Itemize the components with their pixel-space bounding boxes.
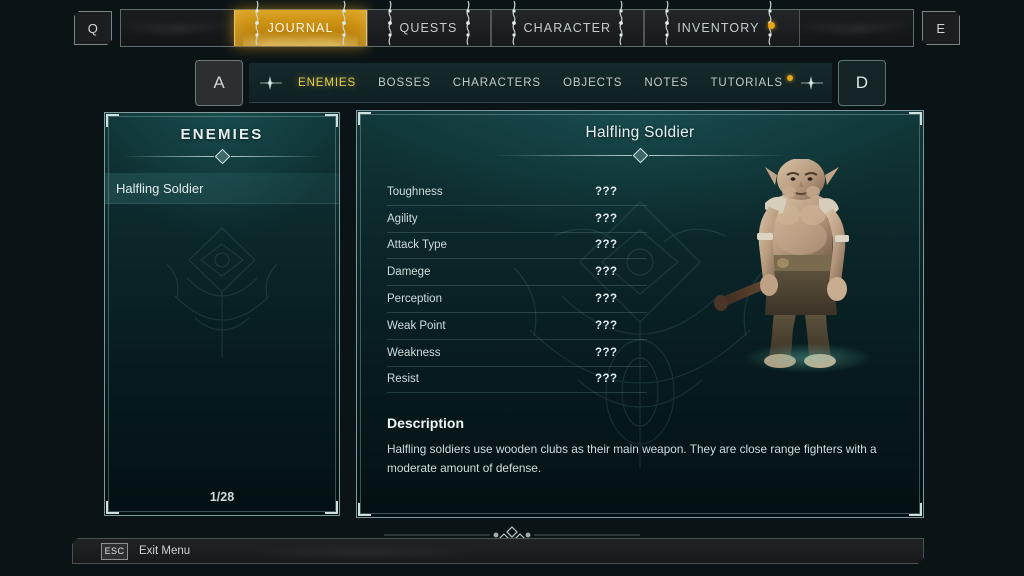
- top-tab-character[interactable]: CHARACTER: [490, 0, 645, 46]
- sub-tab-characters[interactable]: CHARACTERS: [442, 77, 552, 89]
- stat-label: Weakness: [387, 346, 441, 359]
- stat-label: Weak Point: [387, 319, 446, 332]
- divider-line-left: [122, 156, 214, 157]
- game-menu-screen: Q JOURNAL QUESTS CHARACTER INVENTORY E A EN…: [0, 0, 1024, 576]
- halfling-soldier-portrait: [713, 158, 903, 379]
- list-item[interactable]: Halfling Soldier: [105, 173, 339, 204]
- top-tab-label: JOURNAL: [267, 21, 334, 35]
- detail-divider-line-left: [495, 155, 632, 156]
- enemy-list-counter: 1/28: [209, 490, 235, 504]
- notification-dot-icon: [767, 21, 775, 29]
- detail-divider-line-right: [648, 155, 785, 156]
- top-navigation-bar: Q JOURNAL QUESTS CHARACTER INVENTORY E: [0, 0, 1024, 56]
- compass-left-icon: [253, 74, 287, 92]
- next-category-key-d[interactable]: D: [837, 60, 886, 106]
- enemy-detail-title: Halfling Soldier: [585, 124, 695, 141]
- list-title-divider: [122, 148, 322, 165]
- stat-row: Resist???: [387, 367, 647, 394]
- divider-gem: [214, 148, 230, 165]
- top-tab-inventory[interactable]: INVENTORY: [644, 0, 800, 46]
- stat-row: Agility???: [387, 206, 647, 233]
- top-tab-quests[interactable]: QUESTS: [366, 0, 491, 46]
- stat-row: Attack Type???: [387, 233, 647, 260]
- nav-right-ornament: [799, 10, 914, 46]
- stat-row: Weak Point???: [387, 313, 647, 340]
- portrait-ground-glow: [743, 343, 873, 373]
- esc-key[interactable]: ESC: [101, 543, 128, 560]
- divider-line-right: [230, 156, 322, 157]
- stat-value: ???: [595, 239, 618, 252]
- stat-label: Damege: [387, 266, 431, 279]
- enemy-stats-table: Toughness??? Agility??? Attack Type??? Dame…: [387, 179, 647, 394]
- top-tab-label: INVENTORY: [677, 21, 760, 35]
- stat-label: Perception: [387, 293, 442, 306]
- enemy-list: Halfling Soldier: [105, 173, 339, 204]
- enemy-list-title: ENEMIES: [180, 126, 264, 143]
- bottom-hint-bar: ESC Exit Menu: [72, 538, 924, 564]
- tab-separator-ornament: [252, 0, 262, 47]
- sub-tab-tutorials[interactable]: TUTORIALS: [699, 74, 793, 89]
- tab-separator-ornament: [463, 0, 473, 47]
- sub-tab-bosses[interactable]: BOSSES: [367, 77, 442, 89]
- stat-row: Weakness???: [387, 340, 647, 367]
- stat-label: Attack Type: [387, 239, 447, 252]
- prev-category-key-a[interactable]: A: [195, 60, 243, 106]
- stat-row: Toughness???: [387, 179, 647, 206]
- exit-menu-label[interactable]: Exit Menu: [139, 545, 190, 557]
- stat-row: Perception???: [387, 286, 647, 313]
- top-tab-label: CHARACTER: [523, 21, 612, 35]
- description-heading: Description: [387, 415, 465, 432]
- tab-separator-ornament: [509, 0, 519, 47]
- stat-label: Resist: [387, 373, 419, 386]
- enemy-detail-panel: Halfling Soldier Toughness??? Agility??? A…: [356, 110, 924, 518]
- stat-value: ???: [595, 293, 618, 306]
- enemy-list-panel: ENEMIES Halfling Soldier 1/28: [104, 112, 340, 516]
- prev-tab-key-q[interactable]: Q: [74, 11, 112, 45]
- panel-watermark-emblem: [147, 218, 297, 373]
- top-tabs-container: JOURNAL QUESTS CHARACTER INVENTORY: [234, 0, 800, 46]
- stat-label: Toughness: [387, 185, 443, 198]
- stat-value: ???: [595, 266, 618, 279]
- stat-value: ???: [595, 319, 618, 332]
- detail-corner-ornament-bl: [358, 503, 371, 516]
- stat-value: ???: [595, 212, 618, 225]
- top-tab-journal[interactable]: JOURNAL: [234, 0, 367, 46]
- top-tab-strip: JOURNAL QUESTS CHARACTER INVENTORY: [120, 0, 914, 47]
- sub-tab-notes[interactable]: NOTES: [633, 77, 699, 89]
- tab-separator-ornament: [662, 0, 672, 47]
- description-text: Halfling soldiers use wooden clubs as th…: [387, 442, 877, 475]
- sub-navigation-bar: A ENEMIES BOSSES CHARACTERS OBJECTS NOTES TUT…: [195, 60, 886, 106]
- list-item-label: Halfling Soldier: [116, 180, 204, 196]
- sub-tab-strip: ENEMIES BOSSES CHARACTERS OBJECTS NOTES TUTOR…: [249, 63, 832, 103]
- stat-label: Agility: [387, 212, 418, 225]
- tab-separator-ornament: [339, 0, 349, 47]
- detail-divider-gem: [632, 147, 648, 164]
- nav-left-ornament: [121, 10, 235, 46]
- tab-separator-ornament: [385, 0, 395, 47]
- detail-corner-ornament-br: [909, 503, 922, 516]
- stat-value: ???: [595, 346, 618, 359]
- sub-tab-enemies[interactable]: ENEMIES: [287, 77, 367, 89]
- stat-value: ???: [595, 185, 618, 198]
- sub-tabs-container: ENEMIES BOSSES CHARACTERS OBJECTS NOTES TUTOR…: [287, 74, 794, 89]
- top-tab-label: QUESTS: [399, 21, 458, 35]
- compass-right-icon: [794, 74, 828, 92]
- next-tab-key-e[interactable]: E: [922, 11, 960, 45]
- stat-value: ???: [595, 373, 618, 386]
- stat-row: Damege???: [387, 259, 647, 287]
- tab-separator-ornament: [616, 0, 626, 47]
- notification-dot-icon: [786, 74, 793, 81]
- sub-tab-objects[interactable]: OBJECTS: [552, 77, 633, 89]
